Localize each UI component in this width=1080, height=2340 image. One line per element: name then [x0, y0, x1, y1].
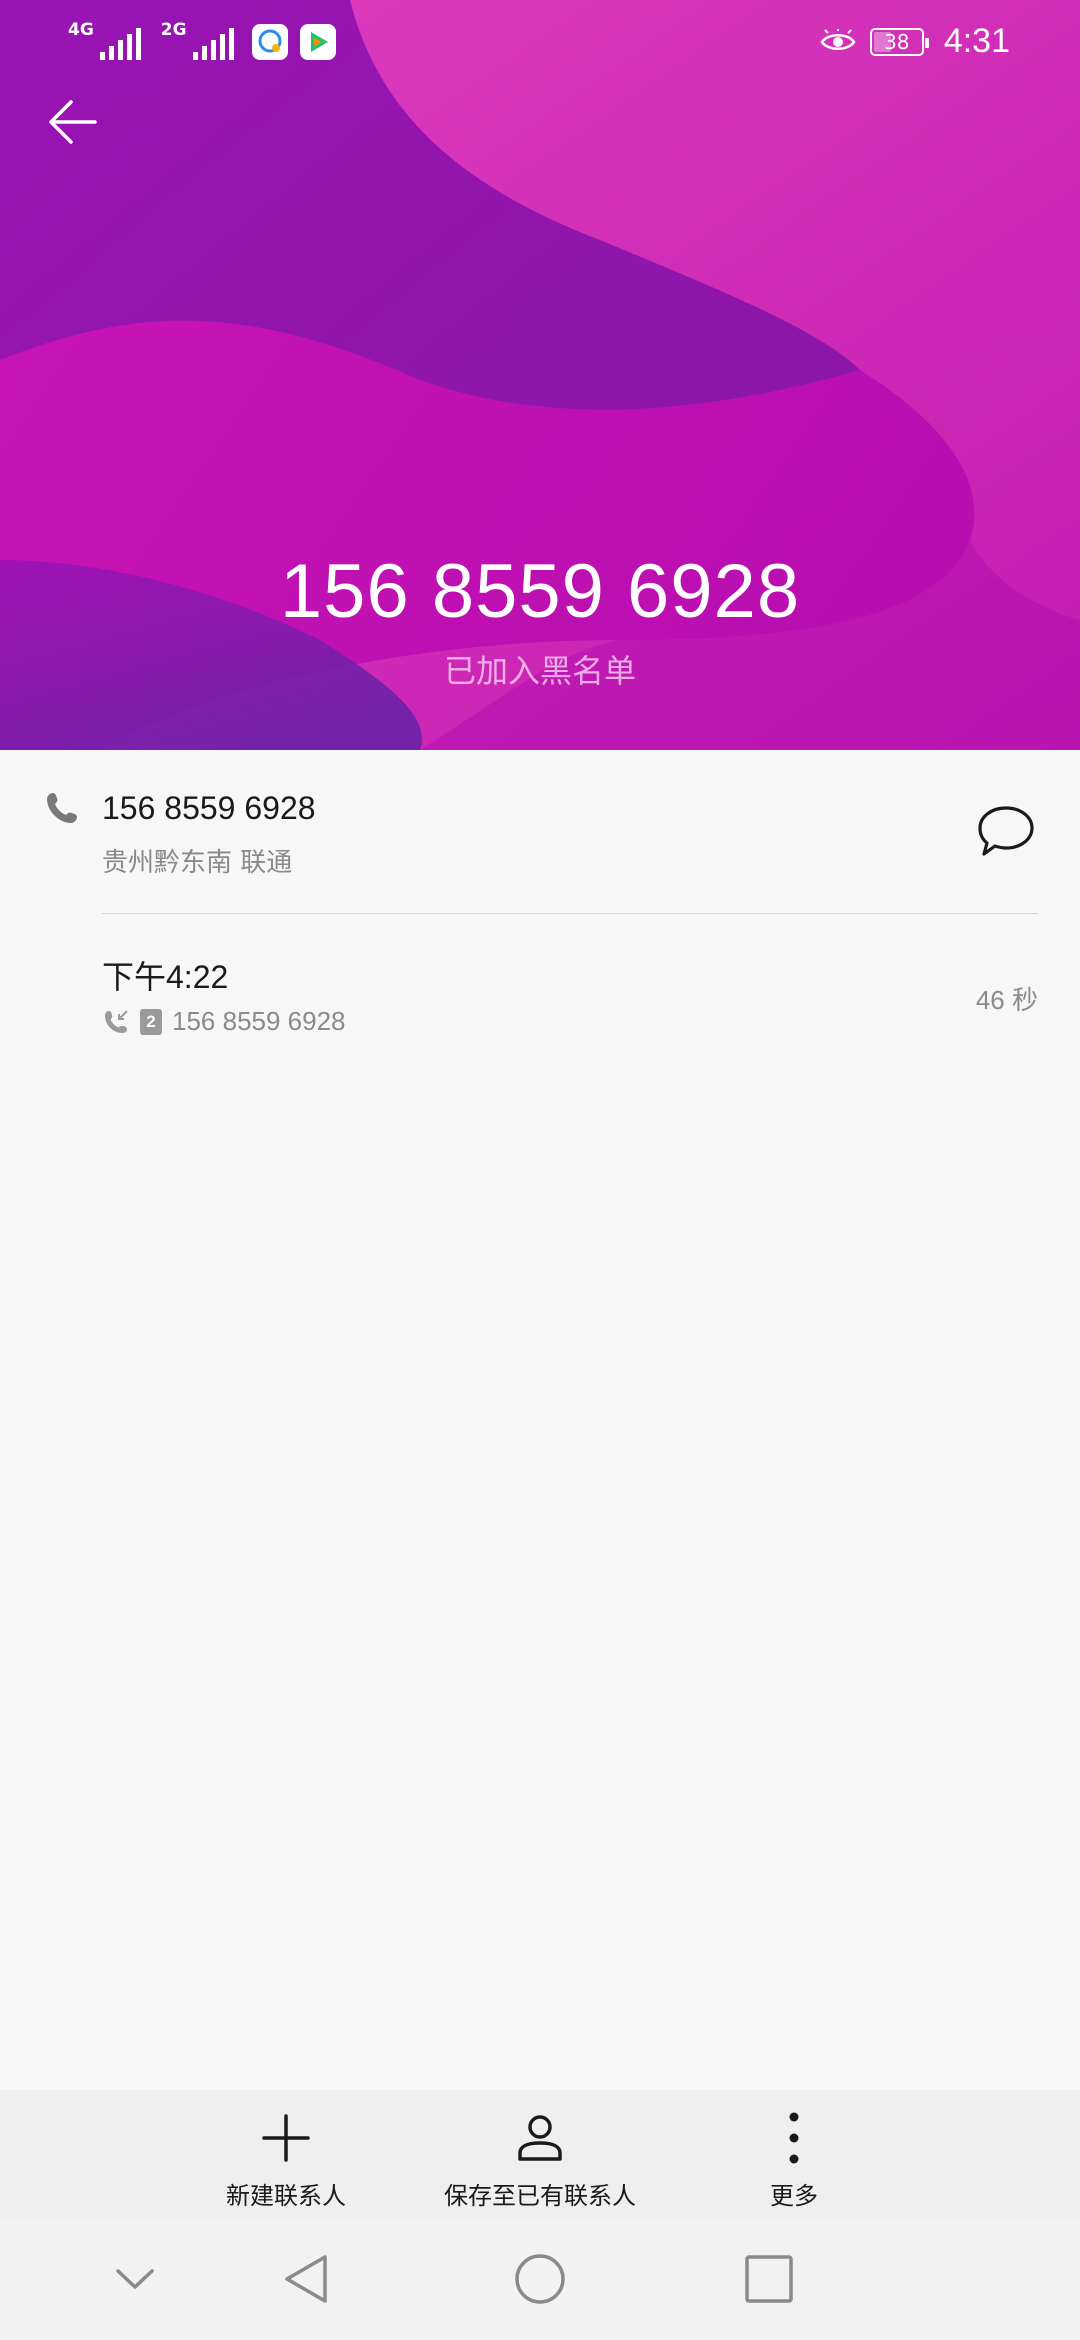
- network-type-2: 2G: [160, 20, 187, 40]
- back-button[interactable]: [38, 88, 106, 156]
- eye-comfort-icon: [820, 28, 856, 50]
- call-log-item[interactable]: 下午4:22 2 156 8559 6928 46 秒: [0, 914, 1080, 1054]
- save-to-existing-label: 保存至已有联系人: [444, 2182, 636, 2210]
- nav-recents-button[interactable]: [734, 2244, 804, 2314]
- person-icon: [518, 2115, 562, 2161]
- phone-icon: [47, 793, 77, 823]
- contact-header: 4G 2G 38 4:31 156 8559 6928 已加入黑名单: [0, 0, 1080, 750]
- battery-level: 38: [884, 29, 910, 54]
- call-duration: 46 秒: [975, 985, 1038, 1015]
- network-type-1: 4G: [68, 20, 94, 40]
- nav-back-button[interactable]: [272, 2244, 342, 2314]
- more-vertical-icon: [789, 2112, 799, 2164]
- battery-icon: 38: [869, 27, 929, 56]
- arrow-left-icon: [49, 100, 97, 144]
- chevron-down-icon: [116, 2269, 154, 2289]
- recents-square-icon: [745, 2255, 793, 2303]
- header-background: [0, 0, 1080, 750]
- bottom-action-bar: 新建联系人 保存至已有联系人 更多: [0, 2090, 1080, 2218]
- sim-2-badge: 2: [140, 1008, 162, 1035]
- status-bar: 4G 2G 38 4:31: [0, 0, 1080, 90]
- send-message-button[interactable]: [976, 804, 1036, 860]
- new-contact-label: 新建联系人: [226, 2182, 346, 2210]
- call-meta: 2 156 8559 6928: [102, 1006, 346, 1037]
- clock: 4:31: [943, 22, 1010, 60]
- system-navigation-bar: [0, 2218, 1080, 2340]
- video-app-icon: [299, 24, 336, 60]
- home-circle-icon: [515, 2254, 565, 2304]
- call-time: 下午4:22: [102, 959, 229, 995]
- blacklist-status: 已加入黑名单: [443, 652, 636, 690]
- back-triangle-icon: [285, 2255, 327, 2303]
- header-phone-number: 156 8559 6928: [279, 549, 801, 634]
- signal-icon: [192, 24, 234, 60]
- contact-number: 156 8559 6928: [102, 790, 316, 826]
- more-button[interactable]: 更多: [674, 2110, 914, 2216]
- incoming-call-icon: [105, 1009, 128, 1033]
- hide-nav-button[interactable]: [100, 2244, 170, 2314]
- nav-home-button[interactable]: [505, 2244, 575, 2314]
- phone-number-row[interactable]: 156 8559 6928 贵州黔东南 联通: [0, 750, 1080, 913]
- save-to-existing-contact-button[interactable]: 保存至已有联系人: [420, 2110, 660, 2216]
- contact-details: 156 8559 6928 贵州黔东南 联通 下午4:22 2 156 8559…: [0, 750, 1080, 2090]
- plus-icon: [262, 2114, 310, 2162]
- call-number: 156 8559 6928: [172, 1006, 346, 1036]
- message-bubble-icon: [978, 806, 1034, 856]
- chat-app-icon: [251, 24, 288, 60]
- signal-icon: [99, 24, 141, 60]
- number-location: 贵州黔东南 联通: [102, 848, 293, 878]
- new-contact-button[interactable]: 新建联系人: [166, 2110, 406, 2216]
- more-label: 更多: [770, 2182, 818, 2210]
